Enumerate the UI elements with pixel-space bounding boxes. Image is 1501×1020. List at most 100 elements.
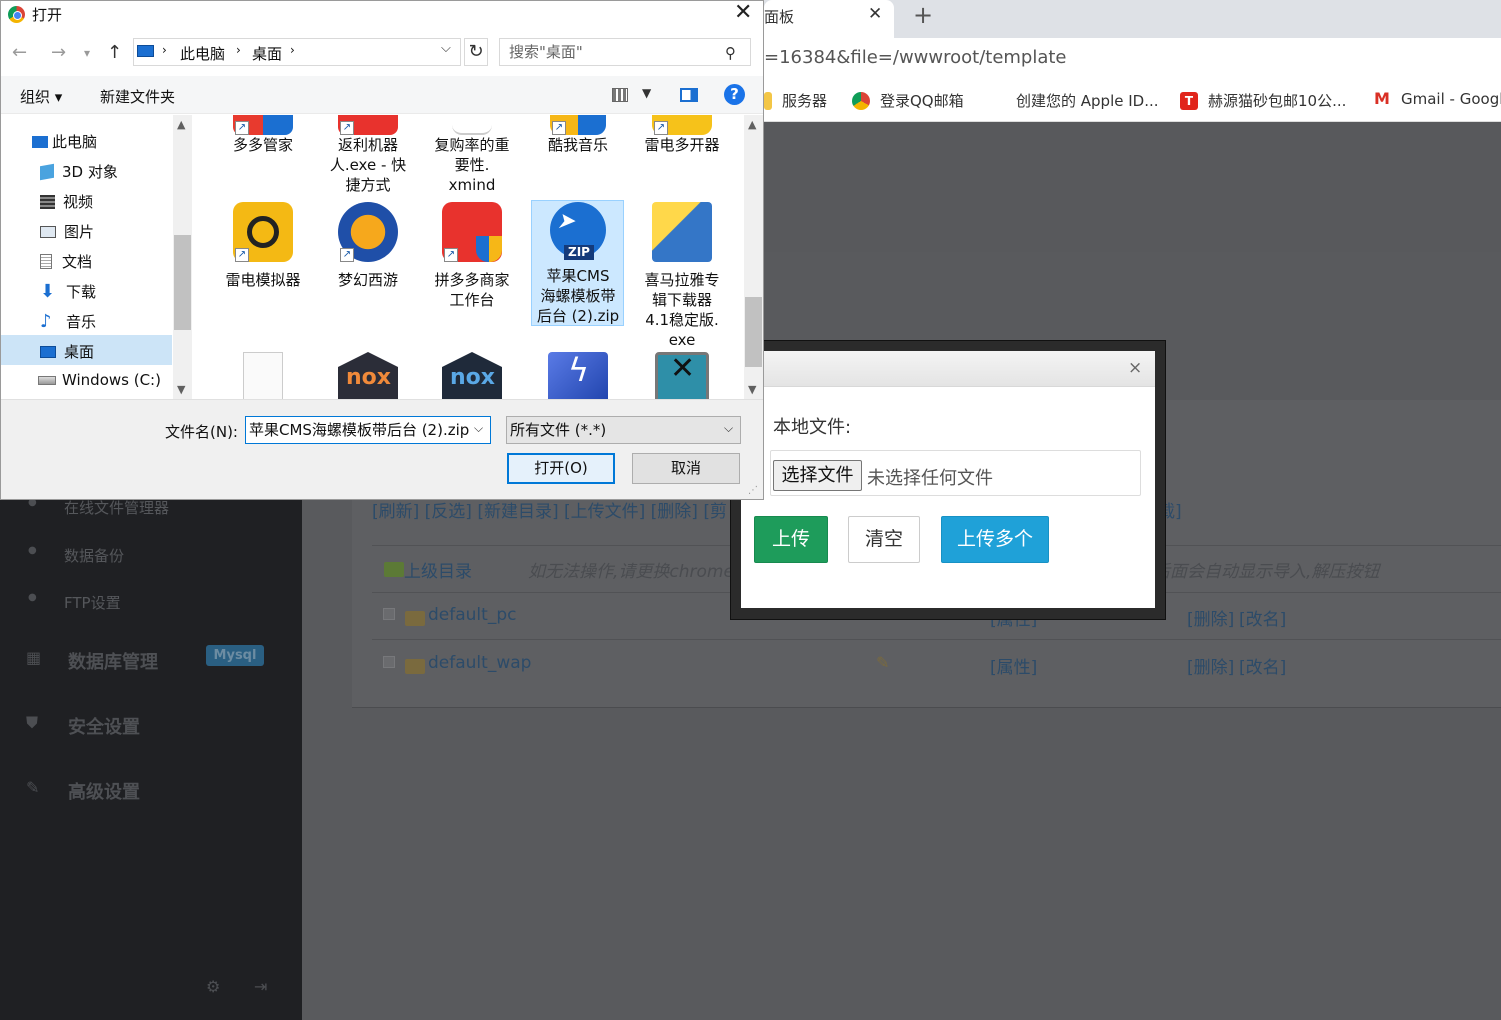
- scroll-down-icon[interactable]: ▼: [177, 383, 185, 396]
- choose-file-button[interactable]: 选择文件: [773, 460, 862, 491]
- refresh-icon[interactable]: ↻: [464, 38, 488, 66]
- dialog-close-icon[interactable]: ✕: [734, 0, 752, 25]
- chevron-right-icon[interactable]: ›: [236, 43, 241, 57]
- scroll-up-icon[interactable]: ▲: [748, 118, 756, 131]
- file-tile[interactable]: ↗ 拼多多商家 工作台: [422, 202, 522, 310]
- row-checkbox[interactable]: [383, 608, 395, 620]
- sidebar-item-ftp[interactable]: FTP设置: [64, 592, 121, 613]
- folder-link[interactable]: default_wap: [428, 653, 531, 673]
- sidebar-item-backup[interactable]: 数据备份: [64, 545, 124, 566]
- recent-chevron-icon[interactable]: ▾: [84, 46, 90, 60]
- zip-badge: ZIP: [564, 245, 594, 260]
- ldplayer-icon: ↗: [233, 202, 293, 262]
- document-icon: [40, 254, 52, 269]
- file-tile[interactable]: ↗ 多多管家: [213, 115, 313, 155]
- tree-item-music[interactable]: ♪ 音乐: [40, 311, 96, 332]
- filetype-dropdown-icon[interactable]: ⌵: [724, 421, 733, 436]
- bookmark-gmail[interactable]: M Gmail - Googl: [1373, 90, 1501, 109]
- zip-icon: ➤ ZIP: [550, 202, 606, 260]
- upload-multiple-button[interactable]: 上传多个: [941, 516, 1049, 563]
- address-bar[interactable]: =16384&file=/wwwroot/template: [764, 47, 1067, 68]
- view-dropdown-icon[interactable]: ▼: [642, 86, 651, 100]
- hint-text: 如无法操作,请更换chrome: [528, 562, 734, 582]
- shortcut-icon: ↗: [654, 121, 668, 135]
- pc-icon: [32, 135, 48, 148]
- bookmark-tmall[interactable]: T 赫源猫砂包邮10公...: [1180, 90, 1346, 111]
- edit-icon[interactable]: ✎: [876, 653, 889, 672]
- tab-close-icon[interactable]: ✕: [868, 4, 882, 24]
- file-tile[interactable]: ↗ 雷电模拟器: [213, 202, 313, 290]
- rename-link[interactable]: [改名]: [1239, 653, 1286, 678]
- clear-button[interactable]: 清空: [848, 516, 920, 563]
- tree-item-pc[interactable]: 此电脑: [32, 131, 97, 152]
- row-checkbox[interactable]: [383, 656, 395, 668]
- chevron-right-icon[interactable]: ›: [162, 43, 167, 57]
- parent-dir-link[interactable]: 上级目录: [404, 557, 472, 582]
- file-tile[interactable]: 喜马拉雅专 辑下载器 4.1稳定版. exe: [632, 202, 732, 350]
- file-tile[interactable]: ↗ 梦幻西游: [318, 202, 418, 290]
- breadcrumb-desktop[interactable]: 桌面: [252, 43, 282, 64]
- delete-link[interactable]: [删除]: [1187, 653, 1234, 678]
- tree-item-documents[interactable]: 文档: [40, 251, 92, 272]
- up-arrow-icon[interactable]: ↑: [107, 42, 122, 63]
- file-actions[interactable]: [刷新] [反选] [新建目录] [上传文件] [删除] [剪: [372, 497, 727, 522]
- apple-icon: [988, 92, 1006, 110]
- view-icon[interactable]: [612, 88, 628, 102]
- scroll-down-icon[interactable]: ▼: [748, 383, 756, 396]
- tree-item-desktop[interactable]: 桌面: [40, 341, 94, 362]
- filetype-select[interactable]: 所有文件 (*.*): [506, 416, 741, 444]
- preview-pane-icon[interactable]: [680, 88, 698, 102]
- drive-icon: [38, 375, 56, 385]
- resize-grip-icon[interactable]: ⋰: [748, 485, 758, 496]
- file-tile[interactable]: ↗ 酷我音乐: [528, 115, 628, 155]
- sidebar-section-database[interactable]: 数据库管理: [68, 648, 158, 674]
- tree-item-drive-c[interactable]: Windows (C:): [38, 371, 161, 389]
- file-tile[interactable]: ↗ 雷电多开器: [632, 115, 732, 155]
- help-icon[interactable]: ?: [724, 84, 745, 105]
- delete-link[interactable]: [删除]: [1187, 605, 1234, 630]
- gear-icon[interactable]: ⚙: [206, 977, 220, 996]
- file-tile[interactable]: ↗ 返利机器 人.exe - 快 捷方式: [318, 115, 418, 195]
- filename-input[interactable]: 苹果CMS海螺模板带后台 (2).zip: [245, 416, 491, 444]
- filename-dropdown-icon[interactable]: ⌵: [474, 421, 483, 436]
- divider: [372, 639, 1501, 640]
- tree-scroll-thumb[interactable]: [174, 235, 191, 330]
- breadcrumb-pc[interactable]: 此电脑: [180, 43, 225, 64]
- tree-item-pictures[interactable]: 图片: [40, 221, 94, 242]
- tree-item-video[interactable]: 视频: [40, 191, 93, 212]
- search-icon[interactable]: ⚲: [725, 44, 736, 62]
- chevron-right-icon[interactable]: ›: [290, 43, 295, 57]
- search-input[interactable]: 搜索"桌面": [499, 38, 751, 66]
- selected-file-tile[interactable]: ➤ ZIP 苹果CMS 海螺模板带 后台 (2).zip: [528, 202, 628, 326]
- bullet-icon: ●: [28, 592, 37, 603]
- tree-item-downloads[interactable]: ⬇ 下载: [40, 281, 96, 302]
- tree-item-3d[interactable]: 3D 对象: [40, 161, 118, 182]
- upload-close-icon[interactable]: ×: [1128, 358, 1142, 378]
- bookmark-server[interactable]: 服务器: [764, 90, 827, 111]
- filename-label: 文件名(N):: [165, 423, 238, 441]
- local-file-label: 本地文件:: [773, 417, 852, 438]
- sidebar-section-security[interactable]: 安全设置: [68, 713, 140, 739]
- shortcut-icon: ↗: [340, 121, 354, 135]
- cancel-button[interactable]: 取消: [632, 453, 740, 484]
- sidebar-item-file-manager[interactable]: 在线文件管理器: [64, 497, 169, 518]
- attr-link[interactable]: [属性]: [990, 653, 1037, 678]
- new-folder-button[interactable]: 新建文件夹: [100, 86, 175, 107]
- rename-link[interactable]: [改名]: [1239, 605, 1286, 630]
- bookmark-apple[interactable]: 创建您的 Apple ID...: [988, 90, 1159, 111]
- folder-link[interactable]: default_pc: [428, 605, 516, 625]
- forward-arrow-icon[interactable]: →: [51, 42, 66, 63]
- grid-scroll-thumb[interactable]: [745, 297, 762, 367]
- file-tile[interactable]: 复购率的重 要性. xmind: [422, 115, 522, 195]
- logout-icon[interactable]: ⇥: [254, 977, 267, 996]
- sidebar-section-advanced[interactable]: 高级设置: [68, 778, 140, 804]
- back-arrow-icon[interactable]: ←: [12, 42, 27, 63]
- bookmark-qqmail[interactable]: 登录QQ邮箱: [852, 90, 964, 111]
- address-dropdown-icon[interactable]: ⌵: [441, 41, 451, 56]
- scroll-up-icon[interactable]: ▲: [177, 118, 185, 131]
- new-tab-icon[interactable]: +: [913, 1, 933, 29]
- open-button[interactable]: 打开(O): [507, 453, 615, 484]
- app-icon: ↗: [652, 115, 712, 135]
- upload-button[interactable]: 上传: [754, 516, 828, 563]
- organize-menu[interactable]: 组织 ▾: [20, 86, 62, 107]
